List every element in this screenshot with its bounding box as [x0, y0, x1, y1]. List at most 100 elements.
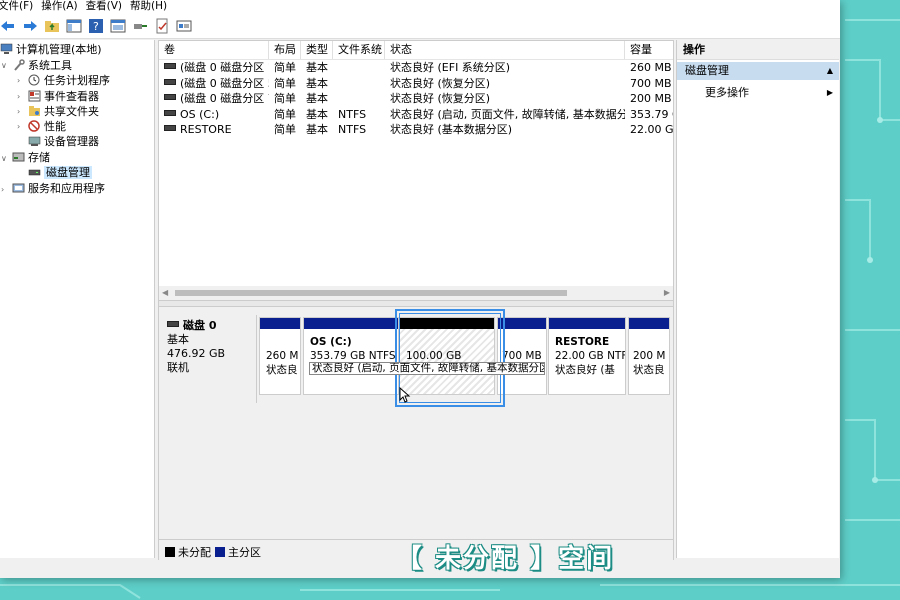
collapse-arrow-icon[interactable]: › — [17, 76, 20, 85]
volume-cell — [333, 76, 385, 91]
volume-row[interactable]: (磁盘 0 磁盘分区 7) 简单基本 状态良好 (恢复分区) 200 MB — [159, 91, 673, 106]
collapse-arrow-icon[interactable]: › — [17, 122, 20, 131]
column-header-status[interactable]: 状态 — [385, 41, 625, 59]
partition-status: 状态良 — [633, 364, 665, 376]
volume-cell-text: 260 MB — [630, 61, 672, 74]
partition-os-c[interactable]: OS (C:) 353.79 GB NTFS — [303, 317, 399, 395]
volume-cell: 260 MB — [625, 60, 673, 75]
volume-cell: 状态良好 (恢复分区) — [385, 76, 625, 91]
volume-cell-text: 状态良好 (启动, 页面文件, 故障转储, 基本数据分区) — [390, 107, 625, 121]
partition-efi[interactable]: 260 M 状态良 — [259, 317, 301, 395]
volume-cell — [333, 60, 385, 75]
partition-text: 700 MB — [502, 349, 542, 363]
disk-type: 基本 — [167, 333, 189, 346]
show-hide-console-tree-icon[interactable] — [66, 18, 82, 34]
volume-cell: NTFS — [333, 107, 385, 122]
tree-item-computer-management[interactable]: 计算机管理(本地) — [0, 42, 102, 57]
scroll-right-icon[interactable]: ▶ — [664, 288, 670, 297]
expand-arrow-icon[interactable]: ∨ — [1, 154, 7, 163]
volume-list-header: 卷 布局 类型 文件系统 状态 容量 — [159, 41, 673, 60]
up-folder-icon[interactable] — [44, 18, 60, 34]
connect-icon[interactable] — [132, 18, 148, 34]
pane-splitter[interactable] — [159, 300, 673, 307]
more-actions-item[interactable]: 更多操作 ▶ — [677, 84, 839, 102]
volume-row[interactable]: (磁盘 0 磁盘分区 5) 简单基本 状态良好 (恢复分区) 700 MB — [159, 76, 673, 91]
tools-icon — [12, 59, 25, 71]
volume-cell: 基本 — [301, 76, 333, 91]
legend-unallocated: 未分配 — [165, 544, 211, 560]
disk-name: 磁盘 0 — [167, 319, 256, 333]
help-icon[interactable]: ? — [88, 18, 104, 34]
tree-item-label: 事件查看器 — [44, 90, 99, 103]
volume-row[interactable]: OS (C:) 简单 基本 NTFS 状态良好 (启动, 页面文件, 故障转储, 基本数… — [159, 107, 673, 122]
tree-item-system-tools[interactable]: 系统工具 — [12, 58, 72, 73]
volume-cell-text: (磁盘 0 磁盘分区 5) — [180, 76, 269, 90]
menu-help[interactable]: 帮助(H) — [130, 0, 175, 14]
volume-row[interactable]: RESTORE 简单基本 NTFS 状态良好 (基本数据分区) 22.00 GE — [159, 122, 673, 137]
volume-cell: 简单 — [269, 107, 301, 122]
computer-icon — [0, 43, 13, 55]
disk-graphical-view: 磁盘 0 基本 476.92 GB 联机 260 M 状态良 OS (C:) 3… — [159, 307, 673, 539]
collapse-arrow-icon[interactable]: › — [17, 107, 20, 116]
column-header-volume[interactable]: 卷 — [159, 41, 269, 59]
tree-item-storage[interactable]: 存储 — [12, 150, 50, 165]
tree-item-event-viewer[interactable]: 事件查看器 — [28, 89, 99, 104]
device-manager-icon — [28, 135, 41, 147]
volume-cell-text: 状态良好 (恢复分区) — [390, 92, 491, 105]
tree-item-performance[interactable]: 性能 — [28, 119, 66, 134]
expand-arrow-icon[interactable]: ∨ — [1, 61, 7, 70]
submenu-arrow-icon: ▶ — [826, 88, 833, 97]
collapse-triangle-icon[interactable]: ▲ — [827, 62, 833, 80]
partition-recovery-200[interactable]: 200 M 状态良 — [628, 317, 670, 395]
volume-cell: 基本 — [301, 91, 333, 106]
tree-item-services-applications[interactable]: 服务和应用程序 — [12, 181, 105, 196]
scrollbar-thumb[interactable] — [175, 290, 567, 296]
volume-cell: 状态良好 (EFI 系统分区) — [385, 60, 625, 75]
volume-icon — [164, 63, 176, 69]
tree-item-label: 共享文件夹 — [44, 105, 99, 118]
partition-bar — [498, 318, 546, 329]
volume-row[interactable]: (磁盘 0 磁盘分区 1) 简单基本 状态良好 (EFI 系统分区) 260 MB — [159, 60, 673, 75]
tree-item-device-manager[interactable]: 设备管理器 — [28, 134, 99, 149]
volume-cell: 基本 — [301, 122, 333, 137]
collapse-arrow-icon[interactable]: › — [17, 92, 20, 101]
tree-item-label: 计算机管理(本地) — [16, 43, 102, 56]
actions-section-disk-management[interactable]: 磁盘管理 ▲ — [677, 62, 839, 80]
scroll-left-icon[interactable]: ◀ — [162, 288, 168, 297]
disk-0-label[interactable]: 磁盘 0 基本 476.92 GB 联机 — [159, 315, 257, 403]
volume-cell-text: 700 MB — [630, 76, 672, 90]
back-arrow-icon[interactable] — [0, 18, 16, 34]
tree-item-task-scheduler[interactable]: 任务计划程序 — [28, 73, 110, 88]
checklist-icon[interactable] — [154, 18, 170, 34]
volume-cell-text: 基本 — [306, 61, 328, 74]
volume-cell-text: 简单 — [274, 123, 296, 136]
column-header-type[interactable]: 类型 — [301, 41, 333, 59]
forward-arrow-icon[interactable] — [22, 18, 38, 34]
column-header-layout[interactable]: 布局 — [269, 41, 301, 59]
tree-item-shared-folders[interactable]: 共享文件夹 — [28, 104, 99, 119]
tree-item-disk-management[interactable]: 磁盘管理 — [28, 165, 92, 180]
collapse-arrow-icon[interactable]: › — [1, 185, 4, 194]
disk-management-panel: 卷 布局 类型 文件系统 状态 容量 (磁盘 0 磁盘分区 1)简单基本状态良好… — [158, 40, 674, 560]
menu-view[interactable]: 查看(V) — [86, 0, 130, 14]
properties-icon[interactable] — [110, 18, 126, 34]
volume-cell-text: 简单 — [274, 92, 296, 105]
storage-icon — [12, 151, 25, 163]
menu-file[interactable]: 文件(F) — [0, 0, 41, 14]
tree-item-label: 设备管理器 — [44, 135, 99, 148]
column-header-filesystem[interactable]: 文件系统 — [333, 41, 385, 59]
partition-restore[interactable]: RESTORE 22.00 GB NTF 状态良好 (基 — [548, 317, 626, 395]
video-subtitle: 【 未分配 】空间 — [396, 544, 615, 574]
column-header-capacity[interactable]: 容量 — [625, 41, 673, 59]
volume-icon — [164, 125, 176, 131]
computer-management-window: 文件(F) 操作(A) 查看(V) 帮助(H) ? 计算机管理(本地) ∨ 系统… — [0, 0, 840, 578]
menu-action[interactable]: 操作(A) — [41, 0, 85, 14]
tree-item-label: 服务和应用程序 — [28, 182, 105, 195]
horizontal-scrollbar[interactable]: ◀ ▶ — [159, 286, 673, 300]
volume-cell: 状态良好 (基本数据分区) — [385, 122, 625, 137]
volume-cell: 22.00 GE — [625, 122, 673, 137]
partition-text: 260 M 状态良 — [266, 349, 298, 377]
settings-panel-icon[interactable] — [176, 18, 192, 34]
volume-cell-text: OS (C:) — [180, 107, 220, 121]
volume-cell-text: 基本 — [306, 123, 328, 136]
